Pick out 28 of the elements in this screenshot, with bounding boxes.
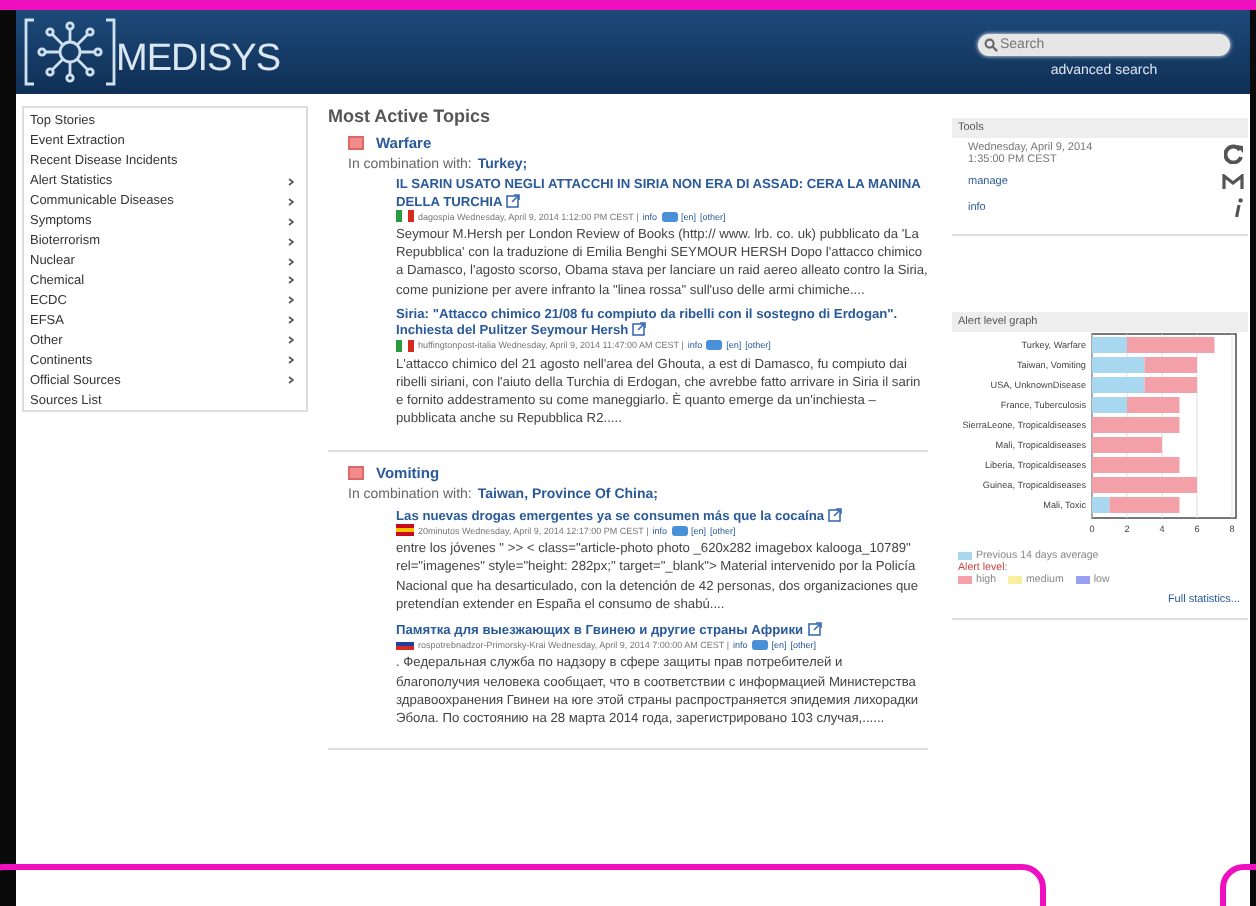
topic-marker-icon [348,136,364,150]
topic-marker-icon [348,465,364,480]
chevron-icon [288,316,294,325]
chevron-icon [288,237,294,246]
external-link-icon [807,621,822,636]
chevron-icon [288,177,294,186]
chart-bar [1092,477,1197,493]
chevron-icon [288,296,294,305]
chevron-icon [288,197,294,206]
chevron-icon [288,376,294,385]
chevron-icon [288,336,294,345]
chart-bar [1092,457,1180,473]
chevron-icon [288,257,294,266]
site-logo[interactable]: MEDISYS [116,38,281,82]
external-link-icon [632,322,647,337]
chevron-icon [288,356,294,365]
refresh-icon[interactable] [1224,144,1244,164]
search-icon [984,38,998,52]
section-title: Most Active Topics [328,106,493,126]
chevron-icon [288,217,294,226]
external-link-icon [828,507,843,522]
chart-bar [1092,417,1180,433]
chart-bar [1092,437,1162,453]
info-icon[interactable] [1234,198,1244,218]
logo-icon [24,16,116,88]
mail-icon[interactable] [1222,174,1244,190]
chevron-icon [288,276,294,285]
external-link-icon [506,193,521,207]
